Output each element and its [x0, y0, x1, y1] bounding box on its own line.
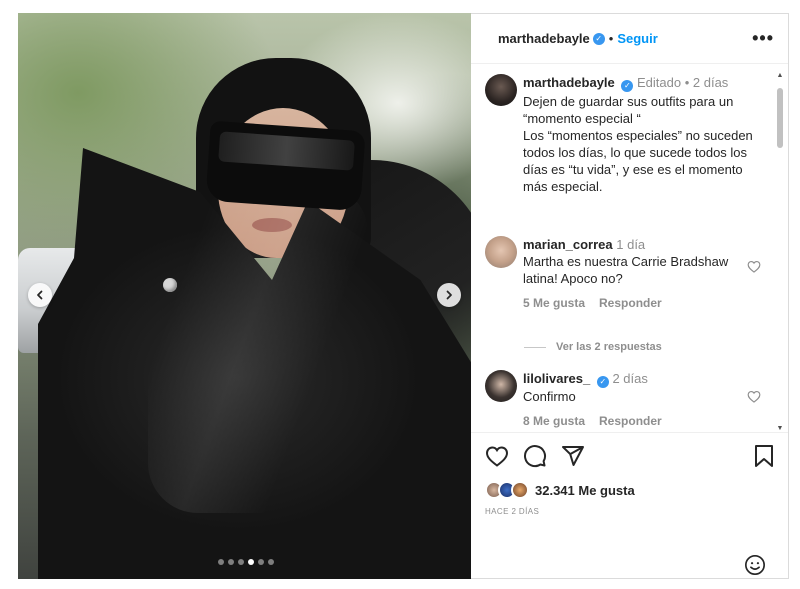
sunglasses	[205, 120, 366, 212]
comment-likes[interactable]: 5 Me gusta	[523, 295, 585, 312]
carousel-dot	[218, 559, 224, 565]
carousel-prev-button[interactable]	[28, 283, 52, 307]
bookmark-icon	[755, 445, 773, 467]
follow-button[interactable]: Seguir	[617, 31, 657, 46]
avatar[interactable]	[485, 370, 517, 402]
share-icon	[562, 446, 584, 466]
emoji-button[interactable]	[744, 554, 766, 581]
more-options-icon[interactable]: •••	[752, 28, 774, 49]
post-caption: marthadebayle ✓ Editado • 2 días Dejen d…	[485, 74, 765, 195]
save-button[interactable]	[754, 444, 774, 468]
comment-likes[interactable]: 8 Me gusta	[523, 413, 585, 430]
scroll-up-arrow[interactable]: ▲	[776, 72, 784, 79]
verified-badge-icon: ✓	[621, 79, 634, 92]
coat-button	[163, 278, 177, 292]
carousel-dot	[238, 559, 244, 565]
comment-username[interactable]: lilolivares_	[523, 371, 590, 386]
caption-text: Dejen de guardar sus outfits para un “mo…	[523, 93, 753, 194]
comment-time: 1 día	[616, 237, 646, 252]
likes-count[interactable]: 32.341 Me gusta	[535, 483, 635, 498]
comment-heart-icon[interactable]	[747, 390, 761, 403]
avatar[interactable]	[485, 74, 517, 106]
post-footer: 32.341 Me gusta HACE 2 DÍAS	[471, 432, 788, 575]
post-timestamp: HACE 2 DÍAS	[485, 507, 540, 516]
emoji-icon	[745, 555, 765, 575]
comment-item: marian_correa 1 día Martha es nuestra Ca…	[485, 236, 775, 312]
heart-icon	[485, 446, 509, 467]
author-username[interactable]: marthadebayle	[498, 31, 590, 46]
post-photo[interactable]	[18, 13, 471, 579]
post-details-panel: marthadebayle ✓ • Seguir ••• marthadebay…	[471, 13, 789, 579]
caption-username[interactable]: marthadebayle	[523, 75, 615, 90]
scroll-down-arrow[interactable]: ▼	[776, 425, 784, 432]
caption-meta: Editado • 2 días	[637, 75, 729, 90]
comment-time: 2 días	[612, 371, 648, 386]
post-header: marthadebayle ✓ • Seguir •••	[471, 14, 788, 64]
replies-line	[524, 346, 546, 348]
chevron-right-icon	[446, 290, 452, 300]
comment-button[interactable]	[523, 444, 547, 468]
carousel-dot	[258, 559, 264, 565]
carousel-next-button[interactable]	[437, 283, 461, 307]
comments-list[interactable]: marthadebayle ✓ Editado • 2 días Dejen d…	[471, 64, 788, 432]
header-separator: •	[608, 31, 614, 46]
scroll-thumb[interactable]	[777, 88, 783, 148]
like-button[interactable]	[485, 445, 509, 467]
liker-avatar	[511, 481, 529, 499]
verified-badge-icon: ✓	[596, 375, 609, 388]
comment-heart-icon[interactable]	[747, 260, 761, 273]
coat-highlight	[148, 183, 368, 513]
carousel-indicator	[218, 559, 274, 565]
verified-badge-icon: ✓	[592, 32, 605, 45]
comment-username[interactable]: marian_correa	[523, 237, 613, 252]
view-replies-button[interactable]: Ver las 2 respuestas	[524, 341, 662, 353]
share-button[interactable]	[561, 444, 585, 468]
avatar[interactable]	[485, 236, 517, 268]
comment-text: Martha es nuestra Carrie Bradshaw latina…	[523, 254, 729, 286]
carousel-dot-active	[248, 559, 254, 565]
reply-button[interactable]: Responder	[599, 295, 662, 312]
comment-icon	[524, 445, 547, 468]
view-replies-label: Ver las 2 respuestas	[556, 341, 662, 353]
comment-text: Confirmo	[523, 388, 576, 404]
likes-summary[interactable]: 32.341 Me gusta	[471, 479, 788, 501]
liker-avatars	[485, 481, 529, 499]
comment-item: lilolivares_ ✓ 2 días Confirmo 8 Me gust…	[485, 370, 775, 430]
reply-button[interactable]: Responder	[599, 413, 662, 430]
chevron-left-icon	[37, 290, 43, 300]
carousel-dot	[228, 559, 234, 565]
comments-scrollbar[interactable]: ▲ ▼	[776, 72, 784, 432]
post-actions	[471, 433, 788, 479]
carousel-dot	[268, 559, 274, 565]
